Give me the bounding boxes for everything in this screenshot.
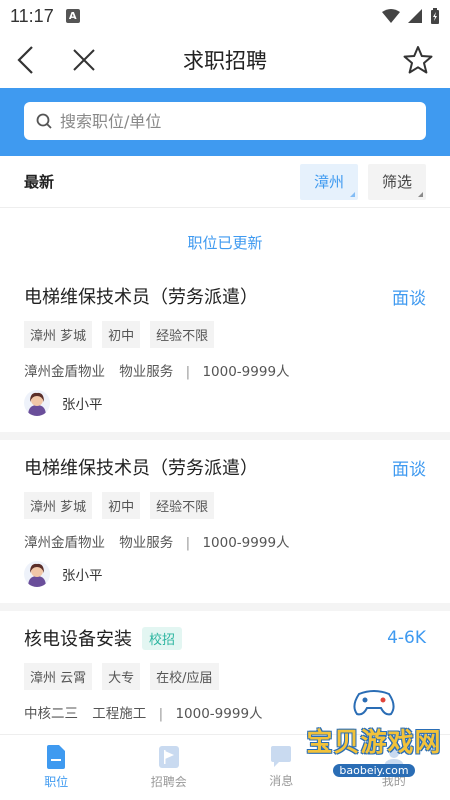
- job-title: 电梯维保技术员（劳务派遣）: [24, 287, 258, 308]
- separator: |: [158, 706, 164, 722]
- company-name: 中核二三: [24, 706, 78, 722]
- update-notice: 职位已更新: [187, 234, 263, 252]
- tab-job-fair[interactable]: 招聘会: [113, 735, 226, 800]
- status-bar: 11:17 A: [0, 0, 450, 32]
- recruiter: 张小平: [24, 390, 426, 416]
- job-tag-location: 漳州 芗城: [24, 492, 93, 519]
- notification-icon: A: [65, 9, 80, 23]
- job-card[interactable]: 电梯维保技术员（劳务派遣） 面谈 漳州 芗城 初中 经验不限 漳州金盾物业 物业…: [0, 440, 450, 611]
- wifi-icon: [382, 9, 400, 23]
- city-filter-label: 漳州: [313, 173, 344, 191]
- document-icon: [47, 745, 66, 769]
- company-size: 1000-9999人: [202, 535, 290, 551]
- recruiter-name: 张小平: [62, 397, 103, 413]
- job-card[interactable]: 核电设备安装 校招 4-6K 漳州 云霄 大专 在校/应届 中核二三 工程施工 …: [0, 611, 450, 738]
- close-icon: [73, 49, 95, 71]
- recruiter: 张小平: [24, 561, 426, 587]
- job-salary: 面谈: [392, 459, 426, 480]
- tab-profile[interactable]: 我的: [338, 735, 450, 800]
- sort-latest[interactable]: 最新: [24, 171, 54, 192]
- job-salary: 4-6K: [387, 628, 426, 648]
- separator: |: [185, 364, 191, 380]
- flag-icon: [158, 746, 179, 768]
- job-title: 电梯维保技术员（劳务派遣）: [24, 458, 258, 479]
- job-tag-location: 漳州 云霄: [24, 663, 93, 690]
- company-info: 漳州金盾物业 物业服务 | 1000-9999人: [24, 360, 426, 380]
- job-tag-experience: 在校/应届: [150, 663, 219, 690]
- corner-triangle-icon: [349, 191, 355, 197]
- company-info: 漳州金盾物业 物业服务 | 1000-9999人: [24, 531, 426, 551]
- company-info: 中核二三 工程施工 | 1000-9999人: [24, 702, 426, 722]
- user-icon: [383, 748, 404, 768]
- job-salary: 面谈: [392, 288, 426, 309]
- avatar: [24, 390, 50, 416]
- job-tag-education: 初中: [102, 321, 141, 348]
- status-time: 11:17: [10, 5, 54, 26]
- tab-label: 我的: [381, 774, 406, 788]
- company-size: 1000-9999人: [175, 706, 263, 722]
- company-name: 漳州金盾物业: [24, 535, 105, 551]
- search-box[interactable]: [24, 102, 426, 140]
- tab-messages[interactable]: 消息: [225, 735, 338, 800]
- nav-bar: 求职招聘: [0, 32, 450, 88]
- tab-jobs[interactable]: 职位: [0, 735, 113, 800]
- close-button[interactable]: [62, 38, 106, 82]
- filter-row: 最新 漳州 筛选: [0, 156, 450, 208]
- company-name: 漳州金盾物业: [24, 364, 105, 380]
- job-tag-experience: 经验不限: [150, 321, 215, 348]
- company-industry: 物业服务: [119, 364, 174, 380]
- company-industry: 物业服务: [119, 535, 174, 551]
- job-tag-education: 大专: [102, 663, 141, 690]
- corner-triangle-icon: [418, 191, 423, 197]
- recruiter-name: 张小平: [62, 568, 103, 584]
- job-title: 核电设备安装: [24, 629, 132, 650]
- job-tag-experience: 经验不限: [150, 492, 215, 519]
- separator: |: [185, 535, 191, 551]
- job-card[interactable]: 电梯维保技术员（劳务派遣） 面谈 漳州 芗城 初中 经验不限 漳州金盾物业 物业…: [0, 269, 450, 440]
- search-input[interactable]: [60, 111, 414, 131]
- job-tag-education: 初中: [102, 492, 141, 519]
- signal-icon: [408, 9, 422, 23]
- search-icon: [36, 113, 52, 129]
- chevron-left-icon: [17, 46, 33, 74]
- filter-label: 筛选: [381, 173, 412, 191]
- company-size: 1000-9999人: [202, 364, 290, 380]
- battery-icon: [431, 8, 439, 24]
- avatar: [24, 561, 50, 587]
- job-tag-location: 漳州 芗城: [24, 321, 93, 348]
- favorite-button[interactable]: [396, 38, 440, 82]
- star-icon: [403, 46, 433, 74]
- message-icon: [271, 746, 292, 767]
- bottom-tab-bar: 职位 招聘会 消息 我的: [0, 734, 450, 800]
- search-band: [0, 88, 450, 156]
- tab-label: 消息: [269, 774, 294, 788]
- city-filter-button[interactable]: 漳州: [299, 163, 358, 200]
- company-industry: 工程施工: [92, 706, 147, 722]
- back-button[interactable]: [4, 38, 48, 82]
- tab-label: 招聘会: [150, 775, 187, 789]
- tab-label: 职位: [44, 775, 69, 789]
- school-recruit-badge: 校招: [142, 626, 183, 650]
- filter-button[interactable]: 筛选: [367, 163, 426, 200]
